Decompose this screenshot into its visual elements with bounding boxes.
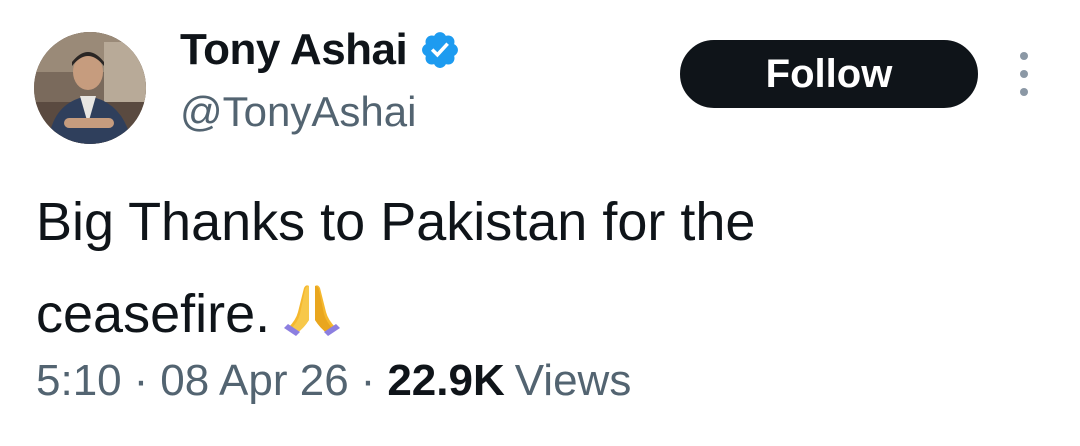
views-label: Views (514, 356, 632, 405)
author-name-row: Tony Ashai (180, 22, 461, 78)
more-options-icon[interactable] (1010, 52, 1038, 96)
tweet-time[interactable]: 5:10 (36, 356, 122, 406)
tweet-text-line: ceasefire. (36, 284, 271, 344)
verified-badge-icon[interactable] (419, 29, 461, 71)
author-display-name[interactable]: Tony Ashai (180, 25, 408, 75)
separator: · (360, 356, 376, 405)
more-dot (1020, 70, 1028, 78)
tweet-metadata: 5:10 · 08 Apr 26 · 22.9K Views (36, 356, 631, 406)
folded-hands-icon (282, 274, 342, 336)
views-count[interactable]: 22.9K (387, 356, 504, 406)
more-dot (1020, 88, 1028, 96)
separator: · (133, 356, 149, 405)
avatar[interactable] (34, 32, 146, 144)
avatar-image (34, 32, 146, 144)
tweet-text: Big Thanks to Pakistan for the ceasefire… (36, 176, 996, 360)
follow-button[interactable]: Follow (680, 40, 978, 108)
tweet-text-line-2: ceasefire. (36, 268, 996, 360)
more-dot (1020, 52, 1028, 60)
tweet-date[interactable]: 08 Apr 26 (160, 356, 348, 406)
tweet-text-line: Big Thanks to Pakistan for the (36, 192, 756, 252)
author-handle[interactable]: @TonyAshai (180, 88, 416, 136)
